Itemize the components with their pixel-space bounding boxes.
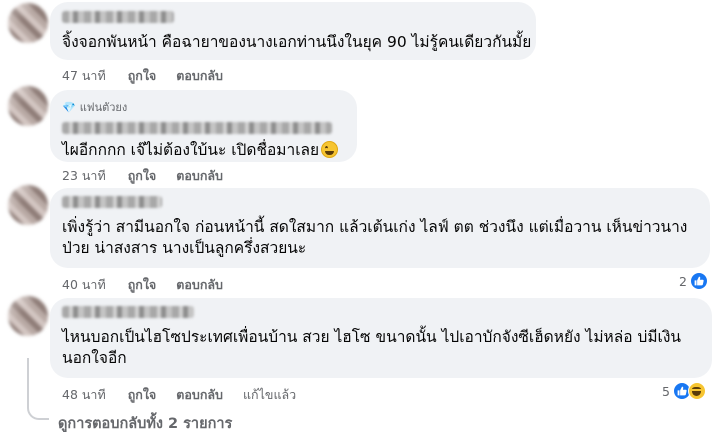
haha-icon [687, 382, 706, 400]
diamond-icon: 💎 [62, 100, 76, 114]
comment-time[interactable]: 40 นาที [62, 275, 106, 295]
avatar[interactable] [8, 86, 48, 126]
comment-actions: 40 นาที ถูกใจ ตอบกลับ [62, 275, 243, 295]
comment-text-line: ไผอีกกกก เจ๊ไม่ต้องใบ้นะ เปิดชื่อมาเลย [62, 141, 320, 159]
comment-bubble: เพิ่งรู้ว่า สามีนอกใจ ก่อนหน้านี้ สดใสมา… [50, 188, 710, 268]
comment-text: ไผอีกกกก เจ๊ไม่ต้องใบ้นะ เปิดชื่อมาเลย [62, 140, 345, 161]
like-button[interactable]: ถูกใจ [128, 385, 157, 405]
badge-label: แฟนตัวยง [79, 101, 128, 114]
like-button[interactable]: ถูกใจ [128, 275, 157, 295]
comment-text: จิ้งจอกพันหน้า คือฉายาของนางเอกท่านนึงใน… [62, 33, 532, 51]
comment-time[interactable]: 23 นาที [62, 166, 106, 186]
avatar[interactable] [8, 185, 48, 225]
reply-button[interactable]: ตอบกลับ [176, 166, 223, 186]
view-replies-link[interactable]: ดูการตอบกลับทั้ง 2 รายการ [58, 412, 232, 435]
reply-button[interactable]: ตอบกลับ [176, 385, 223, 405]
comment-bubble: 💎 แฟนตัวยง ไผอีกกกก เจ๊ไม่ต้องใบ้นะ เปิด… [50, 90, 357, 162]
avatar[interactable] [8, 3, 48, 43]
comment-time[interactable]: 48 นาที [62, 385, 106, 405]
comment-time[interactable]: 47 นาที [62, 66, 106, 86]
comment-actions: 48 นาที ถูกใจ ตอบกลับ แก้ไขแล้ว [62, 385, 316, 405]
comment-text-line: ไหนบอกเป็นไฮโซประเทศเพื่อนบ้าน สวย ไฮโซ … [62, 328, 682, 346]
comment-text-line: ป่วย น่าสงสาร นางเป็นลูกครึ่งสวยนะ [62, 239, 307, 257]
commenter-name[interactable] [62, 306, 194, 318]
reaction-count: 2 [679, 273, 687, 289]
commenter-name[interactable] [62, 11, 174, 23]
comment-bubble: ไหนบอกเป็นไฮโซประเทศเพื่อนบ้าน สวย ไฮโซ … [50, 298, 712, 378]
reply-thread-line [27, 358, 49, 420]
like-icon [689, 272, 708, 290]
commenter-name[interactable] [62, 196, 162, 208]
top-fan-badge: 💎 แฟนตัวยง [62, 98, 345, 116]
reply-button[interactable]: ตอบกลับ [176, 275, 223, 295]
like-button[interactable]: ถูกใจ [128, 166, 157, 186]
comment-text-line: เพิ่งรู้ว่า สามีนอกใจ ก่อนหน้านี้ สดใสมา… [62, 218, 688, 236]
reaction-count: 5 [662, 383, 670, 399]
reaction-summary[interactable]: 2 [679, 272, 708, 290]
avatar[interactable] [8, 296, 48, 336]
comment-actions: 47 นาที ถูกใจ ตอบกลับ [62, 66, 243, 86]
comment-bubble: จิ้งจอกพันหน้า คือฉายาของนางเอกท่านนึงใน… [50, 2, 536, 60]
like-button[interactable]: ถูกใจ [128, 66, 157, 86]
reply-button[interactable]: ตอบกลับ [176, 66, 223, 86]
reaction-summary[interactable]: 5 [662, 382, 706, 400]
comment-text-line: นอกใจอีก [62, 349, 127, 367]
grinning-sweat-emoji-icon [321, 141, 339, 158]
edited-label[interactable]: แก้ไขแล้ว [243, 385, 296, 405]
commenter-name[interactable] [62, 122, 332, 134]
comment-actions: 23 นาที ถูกใจ ตอบกลับ [62, 166, 243, 186]
